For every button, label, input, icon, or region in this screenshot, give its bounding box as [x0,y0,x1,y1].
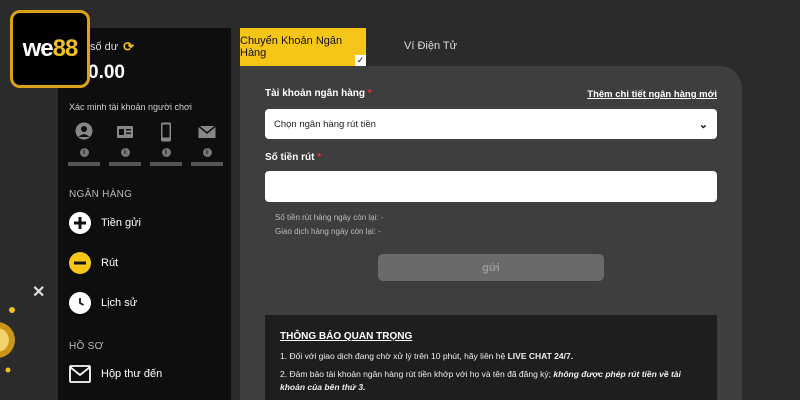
balance-value: 0.00 [88,62,125,83]
chevron-down-icon: ⌄ [698,118,708,131]
balance-label-row: số dư ⟳ [90,39,134,55]
profile-section-label: HỒ SƠ [69,341,104,352]
verify-email[interactable]: i [191,122,223,166]
required-mark: * [367,88,372,99]
bank-account-label: Tài khoản ngân hàng * [265,88,372,99]
verify-phone[interactable]: i [150,122,182,166]
remaining-transactions-text: Giao dịch hàng ngày còn lại: - [275,227,381,236]
notice-item-1: 1. Đối với giao dịch đang chờ xử lý trên… [280,350,702,363]
sidebar-item-history[interactable]: Lịch sử [69,292,137,314]
info-icon[interactable]: i [79,148,89,157]
verify-label: Xác minh tài khoản người chơi [69,102,192,112]
add-bank-link[interactable]: Thêm chi tiết ngân hàng mới [587,89,717,100]
withdraw-form-panel: Tài khoản ngân hàng * Thêm chi tiết ngân… [240,66,742,400]
tab-label: Chuyển Khoản Ngân Hàng [240,35,343,59]
bank-section-label: NGÂN HÀNG [69,189,133,200]
sidebar-item-withdraw[interactable]: Rút [69,252,118,274]
mail-icon [198,125,216,138]
phone-icon [161,122,171,142]
minus-icon [69,252,91,274]
tab-e-wallet[interactable]: Ví Điện Tử [404,40,457,52]
amount-input[interactable] [265,171,717,202]
plus-icon [69,212,91,234]
refresh-icon[interactable]: ⟳ [123,39,134,55]
bank-account-label-text: Tài khoản ngân hàng [265,88,366,99]
info-icon[interactable]: i [202,148,212,157]
notice-title: THÔNG BÁO QUAN TRỌNG [280,331,413,342]
verify-id[interactable]: i [109,122,141,166]
sidebar-item-inbox[interactable]: Hộp thư đến [69,363,162,385]
verify-progress-bar [68,162,100,166]
bank-select-value: Chọn ngân hàng rút tiền [274,118,376,130]
tab-bank-transfer[interactable]: Chuyển Khoản Ngân Hàng ✓ [240,28,366,66]
user-icon [75,122,93,140]
balance-label: số dư [90,41,119,53]
notice-item-2: 2. Đảm bảo tài khoản ngân hàng rút tiền … [280,368,702,394]
info-icon[interactable]: i [161,148,171,157]
close-icon[interactable]: ✕ [32,282,45,302]
bank-select[interactable]: Chọn ngân hàng rút tiền ⌄ [265,109,717,139]
verification-icons: i i i i [68,122,223,166]
we88-logo[interactable]: we88 [10,10,90,88]
remaining-amount-text: Số tiền rút hàng ngày còn lại: - [275,213,384,222]
sidebar-item-label: Hộp thư đến [101,368,163,380]
sidebar-item-label: Tiền gửi [101,217,141,229]
notice-item-2-text: 2. Đảm bảo tài khoản ngân hàng rút tiền … [280,369,554,379]
envelope-icon [69,363,91,385]
sidebar-item-deposit[interactable]: Tiền gửi [69,212,141,234]
logo-text-accent: 88 [52,35,79,62]
clock-icon [69,292,91,314]
id-card-icon [117,126,133,138]
sidebar-item-label: Lịch sử [101,297,138,309]
sidebar-item-label: Rút [101,257,119,269]
coin-decoration-icon [0,307,15,373]
notice-item-1-text: 1. Đối với giao dịch đang chờ xử lý trên… [280,351,508,361]
verify-progress-bar [191,162,223,166]
verify-progress-bar [109,162,141,166]
check-icon: ✓ [355,55,366,66]
amount-label: Số tiền rút * [265,152,321,163]
submit-button[interactable]: gửi [378,254,604,281]
verify-progress-bar [150,162,182,166]
verify-user[interactable]: i [68,122,100,166]
live-chat-link[interactable]: LIVE CHAT 24/7. [508,351,574,361]
logo-text-main: we [22,35,54,62]
important-notice: THÔNG BÁO QUAN TRỌNG 1. Đối với giao dịc… [265,315,717,400]
info-icon[interactable]: i [120,148,130,157]
required-mark: * [317,152,322,163]
amount-label-text: Số tiền rút [265,152,315,163]
